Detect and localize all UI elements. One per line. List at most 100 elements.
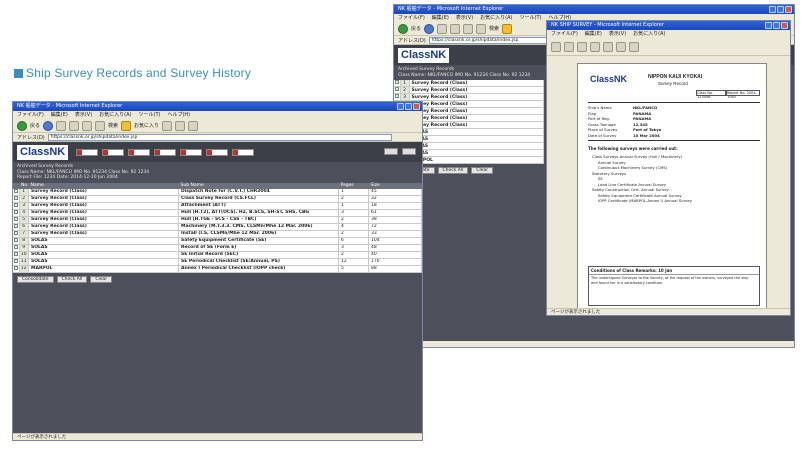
print-icon[interactable] xyxy=(188,120,199,131)
row-name[interactable]: Survey Record (Class) xyxy=(409,121,544,130)
row-subname[interactable]: Attachment (ATT) xyxy=(178,202,339,210)
nav-button-4[interactable] xyxy=(154,148,177,156)
close-icon[interactable] xyxy=(785,6,792,13)
favorites-star-icon[interactable] xyxy=(502,23,513,34)
maximize-icon[interactable] xyxy=(405,103,412,110)
menu-view[interactable]: 表示(V) xyxy=(75,111,92,119)
menu-favorites[interactable]: お気に入り(A) xyxy=(633,30,665,38)
table-row[interactable]: 9 SOLAS Record of SE (Form E) 3 48 xyxy=(13,244,422,252)
back-arrow-icon[interactable] xyxy=(17,120,27,131)
clear-button[interactable]: Clear xyxy=(471,167,494,175)
zoom-out-icon[interactable] xyxy=(603,41,613,52)
back-arrow-icon[interactable] xyxy=(398,23,408,34)
row-subname[interactable]: Dispatch Note for (C.V.T.) CHR3004 xyxy=(178,188,339,196)
favorites-star-icon[interactable] xyxy=(121,120,132,131)
row-name[interactable]: SOLAS xyxy=(409,128,544,137)
select-icon[interactable] xyxy=(629,41,639,52)
table-row[interactable]: 5 Survey Record (Class) Hull (H.TGE - SCS … xyxy=(13,216,422,224)
row-name[interactable]: Survey Record (Class) xyxy=(409,93,544,102)
table-row[interactable]: 6 Survey Record (Class) Machinery (M.T.3.3… xyxy=(13,223,422,231)
row-name[interactable]: Survey Record (Class) xyxy=(409,114,544,123)
row-name[interactable]: Survey Record (Class) xyxy=(28,195,179,203)
search-label[interactable]: 検索 xyxy=(489,25,499,32)
favorites-label[interactable]: お気に入り xyxy=(134,122,159,129)
check-all-button[interactable]: Check All xyxy=(56,275,88,283)
nav-button-6[interactable] xyxy=(206,148,229,156)
refresh-icon[interactable] xyxy=(69,120,80,131)
table-row[interactable]: 11 SOLAS SE Periodical Checklist (SE/Annua… xyxy=(13,258,422,266)
home-icon[interactable] xyxy=(463,23,474,34)
nav-button-2[interactable] xyxy=(102,148,125,156)
page-icon[interactable] xyxy=(616,41,626,52)
row-name[interactable]: MARPOL xyxy=(409,156,544,165)
table-row[interactable]: 12 MARPOL Annex I Periodical Checklist (IO… xyxy=(13,265,422,273)
row-subname[interactable]: Annex I Periodical Checklist (IOPP check… xyxy=(178,265,339,273)
row-name[interactable]: Survey Record (Class) xyxy=(409,80,544,88)
search-icon[interactable] xyxy=(577,41,587,52)
home-icon[interactable] xyxy=(82,120,93,131)
row-name[interactable]: SOLAS xyxy=(409,142,544,151)
consolidate-button[interactable]: Consolidate xyxy=(17,275,54,283)
row-name[interactable]: Survey Record (Class) xyxy=(28,216,179,224)
search-icon[interactable] xyxy=(95,120,106,131)
menu-view[interactable]: 表示(V) xyxy=(609,30,626,38)
row-name[interactable]: Survey Record (Class) xyxy=(28,188,179,196)
stop-icon[interactable] xyxy=(437,23,448,34)
close-icon[interactable] xyxy=(413,103,420,110)
address-input[interactable]: https://classnk.or.jp/shipdata/index.jsp xyxy=(47,133,392,141)
menu-tools[interactable]: ツール(T) xyxy=(139,111,161,119)
print-icon[interactable] xyxy=(564,41,574,52)
row-subname[interactable]: Machinery (M.T.3.3. CMS, CLSMn/Mhe 12 Ma… xyxy=(178,223,339,231)
menu-view[interactable]: 表示(V) xyxy=(456,14,473,22)
forward-arrow-icon[interactable] xyxy=(43,120,54,131)
refresh-icon[interactable] xyxy=(450,23,461,34)
row-name[interactable]: MARPOL xyxy=(28,265,179,273)
search-icon[interactable] xyxy=(476,23,487,34)
back-label[interactable]: 戻る xyxy=(411,25,421,32)
menu-file[interactable]: ファイル(F) xyxy=(398,14,425,22)
stop-icon[interactable] xyxy=(56,120,67,131)
table-row[interactable]: 8 SOLAS Safety Equipment Certificate (SE) 6… xyxy=(13,237,422,245)
row-subname[interactable]: SE Initial Record (SEC) xyxy=(178,251,339,259)
forward-arrow-icon[interactable] xyxy=(424,23,435,34)
table-row[interactable]: 10 SOLAS SE Initial Record (SEC) 2 40 xyxy=(13,251,422,259)
menu-help[interactable]: ヘルプ(H) xyxy=(167,111,190,119)
table-row[interactable]: 3 Survey Record (Class) xyxy=(394,93,544,102)
row-name[interactable]: SOLAS xyxy=(28,244,179,252)
menu-edit[interactable]: 編集(E) xyxy=(432,14,449,22)
nav-button-5[interactable] xyxy=(180,148,203,156)
menu-file[interactable]: ファイル(F) xyxy=(551,30,578,38)
maximize-icon[interactable] xyxy=(777,6,784,13)
search-label[interactable]: 検索 xyxy=(108,122,118,129)
table-row[interactable]: 1 Survey Record (Class) xyxy=(394,80,544,88)
close-icon[interactable] xyxy=(781,22,788,29)
menu-tools[interactable]: ツール(T) xyxy=(520,14,542,22)
row-name[interactable]: SOLAS xyxy=(409,149,544,158)
table-row[interactable]: 2 Survey Record (Class) xyxy=(394,86,544,95)
menu-file[interactable]: ファイル(F) xyxy=(17,111,44,119)
row-subname[interactable]: Safety Equipment Certificate (SE) xyxy=(178,237,339,245)
row-subname[interactable]: Install (I.S, CLSMn/Mhe 12 Mar. 2006) xyxy=(178,230,339,238)
row-name[interactable]: Survey Record (Class) xyxy=(28,202,179,210)
menu-edit[interactable]: 編集(E) xyxy=(585,30,602,38)
row-name[interactable]: Survey Record (Class) xyxy=(28,209,179,217)
row-name[interactable]: Survey Record (Class) xyxy=(28,230,179,238)
history-icon[interactable] xyxy=(162,120,173,131)
row-name[interactable]: Survey Record (Class) xyxy=(409,107,544,116)
row-name[interactable]: SOLAS xyxy=(28,237,179,245)
nav-button-1[interactable] xyxy=(76,148,99,156)
row-name[interactable]: Survey Record (Class) xyxy=(409,100,544,109)
nav-button-7[interactable] xyxy=(232,148,255,156)
menu-edit[interactable]: 編集(E) xyxy=(51,111,68,119)
save-icon[interactable] xyxy=(551,41,561,52)
mail-icon[interactable] xyxy=(175,120,186,131)
minimize-icon[interactable] xyxy=(765,22,772,29)
row-name[interactable]: Survey Record (Class) xyxy=(409,86,544,95)
row-name[interactable]: SOLAS xyxy=(28,258,179,266)
row-name[interactable]: SOLAS xyxy=(28,251,179,259)
row-subname[interactable]: Class Survey Record (CS.FCL) xyxy=(178,195,339,203)
row-subname[interactable]: SE Periodical Checklist (SE/Annual, PS) xyxy=(178,258,339,266)
table-row[interactable]: 7 Survey Record (Class) Install (I.S, CLSM… xyxy=(13,230,422,238)
row-name[interactable]: Survey Record (Class) xyxy=(28,223,179,231)
close-page-button[interactable] xyxy=(402,148,416,155)
